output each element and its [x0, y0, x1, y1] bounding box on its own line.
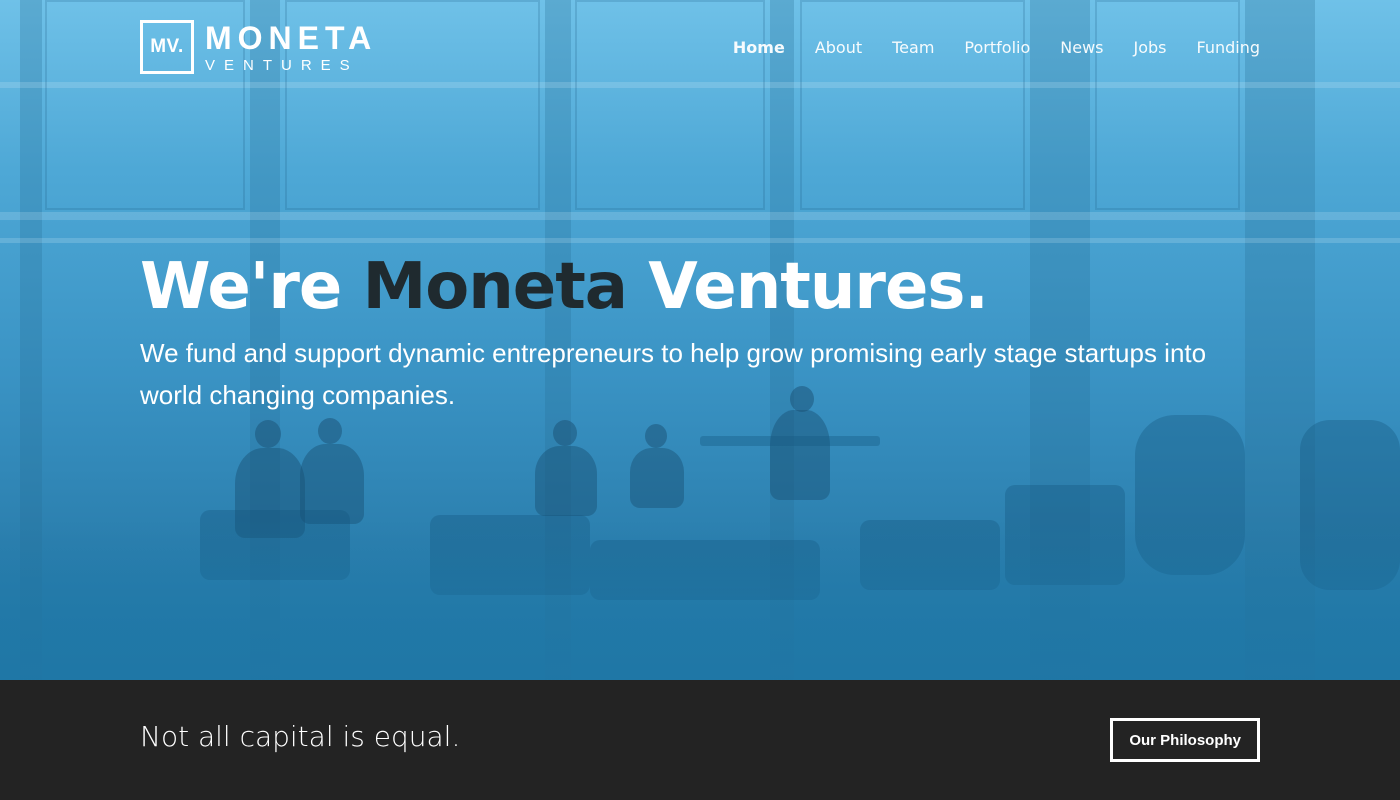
- logo-word-moneta: MONETA: [205, 19, 378, 56]
- nav-item-home[interactable]: Home: [733, 38, 785, 57]
- headline-part-1: We're: [140, 250, 363, 324]
- logo-word-ventures: VENTURES: [205, 56, 359, 74]
- logo-monogram: MV.: [140, 20, 194, 74]
- brand-logo[interactable]: MV. MONETA VENTURES: [140, 20, 377, 74]
- nav-item-jobs[interactable]: Jobs: [1133, 38, 1166, 57]
- logo-wordmark: MONETA VENTURES: [205, 22, 377, 73]
- headline-part-3: Ventures.: [626, 250, 989, 324]
- band-tagline: Not all capital is equal.: [140, 720, 461, 753]
- main-navigation: Home About Team Portfolio News Jobs Fund…: [733, 38, 1260, 57]
- nav-item-team[interactable]: Team: [892, 38, 934, 57]
- nav-item-funding[interactable]: Funding: [1196, 38, 1260, 57]
- hero-bottom-fade: [0, 520, 1400, 680]
- hero-headline: We're Moneta Ventures.: [140, 250, 989, 324]
- hero-subheadline: We fund and support dynamic entrepreneur…: [140, 338, 1207, 410]
- headline-accent-word: Moneta: [362, 250, 628, 324]
- hero-section: MV. MONETA VENTURES Home About Team Port…: [0, 0, 1400, 680]
- nav-item-about[interactable]: About: [815, 38, 862, 57]
- philosophy-band: Not all capital is equal. Our Philosophy: [0, 680, 1400, 800]
- our-philosophy-button[interactable]: Our Philosophy: [1110, 718, 1260, 762]
- nav-item-portfolio[interactable]: Portfolio: [964, 38, 1030, 57]
- nav-item-news[interactable]: News: [1060, 38, 1103, 57]
